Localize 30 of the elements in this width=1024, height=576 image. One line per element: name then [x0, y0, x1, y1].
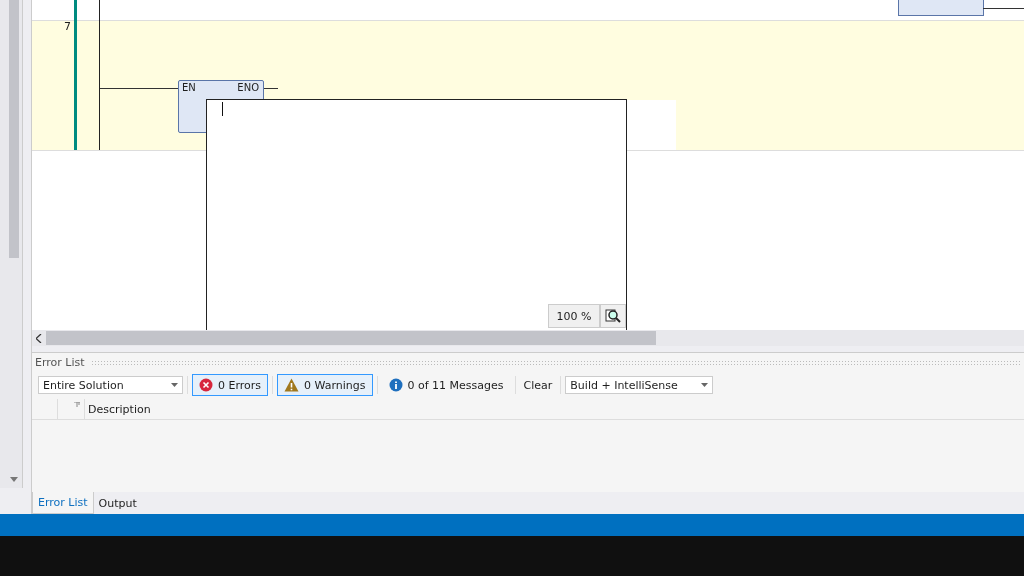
rung-number: 7 — [64, 20, 71, 33]
error-icon — [199, 378, 213, 392]
pin-label: EN — [182, 82, 196, 93]
warning-icon — [284, 378, 300, 392]
info-icon — [388, 378, 403, 392]
scroll-left-icon[interactable] — [36, 333, 42, 343]
filter-toggle[interactable]: 0 of 11 Messages — [381, 374, 511, 396]
pin-label: ENO — [237, 82, 259, 93]
source-dropdown[interactable]: Build + IntelliSense — [565, 376, 714, 394]
dropdown-arrow-icon — [701, 383, 709, 387]
filter-toggle[interactable]: 0 Errors — [192, 374, 269, 396]
scrollbar-thumb[interactable] — [9, 0, 19, 258]
dropdown-arrow-icon — [171, 383, 178, 387]
clear-button[interactable]: Clear — [519, 378, 557, 392]
column-header[interactable]: Description — [85, 399, 151, 419]
horizontal-scrollbar[interactable] — [32, 330, 1024, 346]
zoom-button[interactable] — [600, 304, 626, 328]
function-block[interactable] — [898, 0, 984, 16]
zoom-level[interactable]: 100 % — [548, 304, 600, 328]
filter-toggle[interactable]: 0 Warnings — [277, 374, 373, 396]
scrollbar-thumb[interactable] — [46, 331, 656, 345]
vertical-scrollbar[interactable] — [0, 0, 23, 488]
panel-title: Error List — [35, 355, 85, 369]
magnifier-icon — [604, 307, 622, 325]
panel-tab[interactable]: Error List — [32, 492, 94, 514]
sort-icon[interactable] — [74, 402, 80, 407]
scroll-down-icon[interactable] — [10, 477, 18, 482]
panel-tab[interactable]: Output — [93, 492, 142, 514]
text-cursor — [222, 102, 223, 116]
scope-dropdown[interactable]: Entire Solution — [38, 376, 183, 394]
